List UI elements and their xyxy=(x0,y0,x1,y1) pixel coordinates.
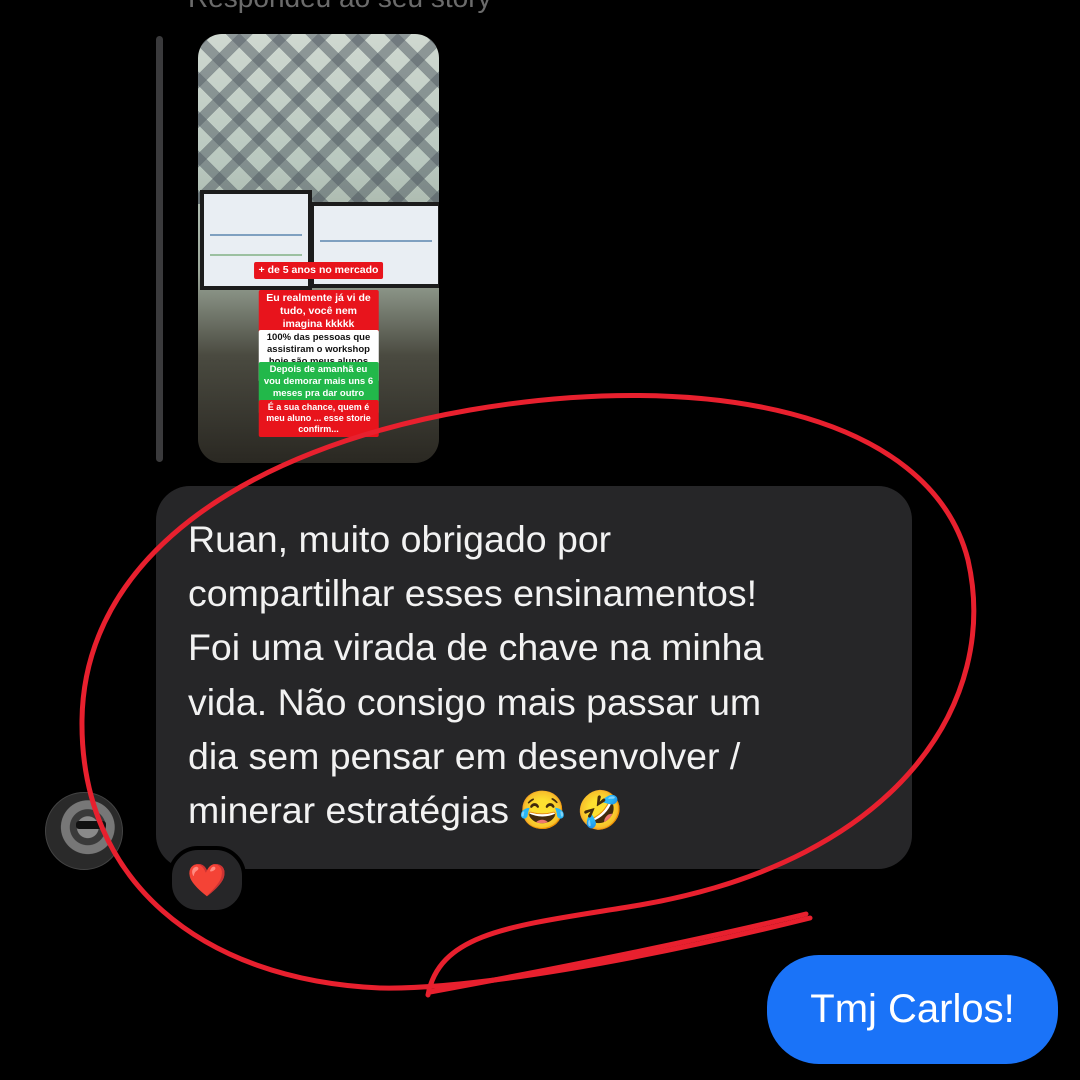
avatar-glasses-shape xyxy=(76,821,106,829)
incoming-message-bubble[interactable]: Ruan, muito obrigado por compartilhar es… xyxy=(156,486,912,869)
reply-context-label: Respondeu ao seu story xyxy=(188,0,492,14)
reply-indicator-bar xyxy=(156,36,163,462)
sender-avatar[interactable] xyxy=(45,792,123,870)
story-caption: Eu realmente já vi de tudo, você nem ima… xyxy=(258,290,379,333)
incoming-message-text: Ruan, muito obrigado por compartilhar es… xyxy=(188,518,764,832)
heart-icon: ❤️ xyxy=(187,862,227,898)
story-caption: É a sua chance, quem é meu aluno ... ess… xyxy=(258,400,379,437)
story-thumbnail[interactable]: + de 5 anos no mercado Eu realmente já v… xyxy=(198,34,439,463)
heart-reaction[interactable]: ❤️ xyxy=(168,846,246,914)
annotation-stroke xyxy=(427,911,809,995)
story-wall-pattern xyxy=(198,34,439,204)
story-caption: + de 5 anos no mercado xyxy=(253,262,384,279)
outgoing-message-text: Tmj Carlos! xyxy=(810,987,1015,1031)
outgoing-message-bubble[interactable]: Tmj Carlos! xyxy=(767,955,1058,1064)
